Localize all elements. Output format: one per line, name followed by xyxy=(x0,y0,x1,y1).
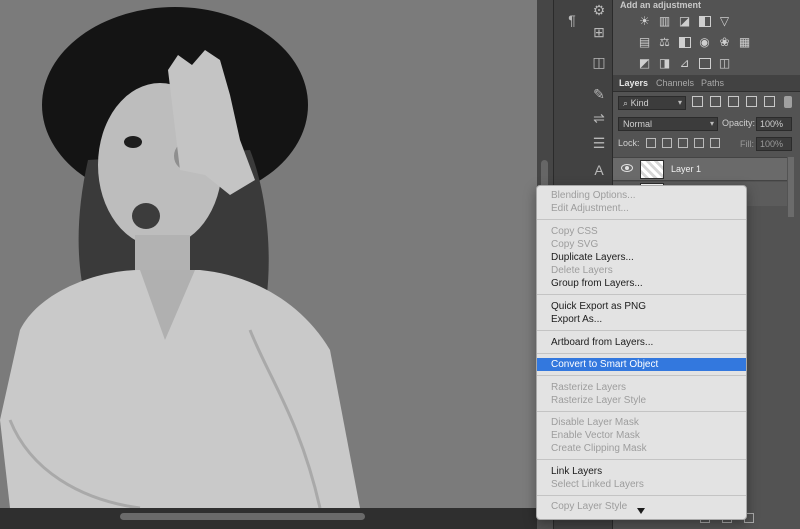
vibrance-icon[interactable]: ▽ xyxy=(716,14,733,28)
pixel-filter-icon[interactable] xyxy=(692,96,703,107)
layer-name[interactable]: Layer 1 xyxy=(671,164,701,174)
adjustments-title: Add an adjustment xyxy=(620,0,702,10)
gradient-map-icon[interactable] xyxy=(696,56,713,70)
photo-filter-icon[interactable]: ◉ xyxy=(696,35,713,49)
filter-kind-label: Kind xyxy=(630,98,649,108)
tab-layers[interactable]: Layers xyxy=(619,78,648,88)
fill-input[interactable]: 100% xyxy=(756,137,792,151)
smart-object-filter-icon[interactable] xyxy=(764,96,775,107)
filter-toggle[interactable] xyxy=(784,96,792,108)
layer-thumbnail xyxy=(640,160,664,179)
properties-icon[interactable]: ☰ xyxy=(584,135,614,152)
opacity-input[interactable]: 100% xyxy=(756,117,792,131)
menu-item-disable-layer-mask[interactable]: Disable Layer Mask xyxy=(537,416,746,429)
threshold-icon[interactable]: ⊿ xyxy=(676,56,693,70)
fill-label: Fill: xyxy=(740,139,754,149)
layer-row[interactable]: Layer 1 xyxy=(613,157,787,181)
lock-transparent-icon[interactable] xyxy=(645,138,656,148)
shape-filter-icon[interactable] xyxy=(746,96,757,107)
filter-type-icons xyxy=(692,96,782,107)
menu-item-convert-to-smart-object[interactable]: Convert to Smart Object xyxy=(537,358,746,371)
color-lookup-icon[interactable]: ▦ xyxy=(736,35,753,49)
menu-item-copy-css[interactable]: Copy CSS xyxy=(537,225,746,238)
photoshop-window: ¶ ⚙ ⊞ ◫ ✎ ⇌ ☰ A Add an adjustment ☀ ▥ ◪ … xyxy=(0,0,800,529)
channel-mixer-icon[interactable]: ❀ xyxy=(716,35,733,49)
menu-item-group-from-layers[interactable]: Group from Layers... xyxy=(537,277,746,290)
paragraph-icon[interactable]: ¶ xyxy=(557,12,587,28)
layer-context-menu: Blending Options... Edit Adjustment... C… xyxy=(536,185,747,520)
levels-icon[interactable]: ▥ xyxy=(656,14,673,28)
filter-kind-select[interactable]: ⌕ Kind ▾ xyxy=(618,96,686,110)
swatches-icon[interactable]: ◫ xyxy=(584,54,614,71)
selective-color-icon[interactable]: ◫ xyxy=(716,56,733,70)
menu-separator xyxy=(537,459,746,460)
menu-item-delete-layers[interactable]: Delete Layers xyxy=(537,264,746,277)
lock-all-icon[interactable] xyxy=(709,138,720,148)
opacity-label: Opacity: xyxy=(722,118,756,128)
blend-mode-select[interactable]: Normal ▾ xyxy=(618,117,718,131)
exposure-icon[interactable] xyxy=(696,14,713,28)
menu-item-copy-svg[interactable]: Copy SVG xyxy=(537,238,746,251)
brightness-icon[interactable]: ☀ xyxy=(636,14,653,28)
hue-saturation-icon[interactable]: ▤ xyxy=(636,35,653,49)
posterize-icon[interactable]: ◨ xyxy=(656,56,673,70)
menu-item-export-as[interactable]: Export As... xyxy=(537,313,746,326)
menu-separator xyxy=(537,411,746,412)
menu-item-quick-export-png[interactable]: Quick Export as PNG xyxy=(537,300,746,313)
character-icon[interactable]: A xyxy=(584,162,614,178)
invert-icon[interactable]: ◩ xyxy=(636,56,653,70)
search-icon: ⌕ xyxy=(623,98,629,108)
menu-separator xyxy=(537,294,746,295)
menu-separator xyxy=(537,375,746,376)
chevron-down-icon: ▾ xyxy=(709,119,714,128)
type-filter-icon[interactable] xyxy=(728,96,739,107)
chevron-down-icon: ▾ xyxy=(677,98,682,107)
menu-item-blending-options[interactable]: Blending Options... xyxy=(537,189,746,202)
color-balance-icon[interactable]: ⚖ xyxy=(656,35,673,49)
menu-item-rasterize-layers[interactable]: Rasterize Layers xyxy=(537,381,746,394)
photo-woman-with-hat xyxy=(0,0,537,508)
menu-scroll-down-icon[interactable] xyxy=(637,508,645,514)
lock-label: Lock: xyxy=(618,138,640,148)
lock-position-icon[interactable] xyxy=(677,138,688,148)
layers-panel-tabs: Layers Channels Paths xyxy=(613,75,800,92)
brush-settings-icon[interactable]: ✎ xyxy=(584,86,614,103)
puppet-icon[interactable]: ⚙ xyxy=(584,2,614,19)
menu-item-enable-vector-mask[interactable]: Enable Vector Mask xyxy=(537,429,746,442)
menu-item-duplicate-layers[interactable]: Duplicate Layers... xyxy=(537,251,746,264)
menu-separator xyxy=(537,495,746,496)
libraries-icon[interactable]: ⊞ xyxy=(584,24,614,41)
tab-channels[interactable]: Channels xyxy=(656,78,694,88)
adjust-icon[interactable]: ⇌ xyxy=(584,110,614,127)
menu-item-artboard-from-layers[interactable]: Artboard from Layers... xyxy=(537,336,746,349)
menu-separator xyxy=(537,219,746,220)
menu-separator xyxy=(537,330,746,331)
tab-paths[interactable]: Paths xyxy=(701,78,724,88)
horizontal-scrollbar[interactable] xyxy=(120,513,365,520)
menu-separator xyxy=(537,353,746,354)
menu-item-edit-adjustment[interactable]: Edit Adjustment... xyxy=(537,202,746,215)
menu-item-select-linked-layers[interactable]: Select Linked Layers xyxy=(537,478,746,491)
adjustments-grid: ☀ ▥ ◪ ▽ ▤ ⚖ ◉ ❀ ▦ ◩ ◨ ⊿ ◫ xyxy=(636,11,786,74)
lock-artboard-icon[interactable] xyxy=(693,138,704,148)
menu-item-link-layers[interactable]: Link Layers xyxy=(537,465,746,478)
layers-scrollbar[interactable] xyxy=(788,157,794,217)
lock-pixels-icon[interactable] xyxy=(661,138,672,148)
document-canvas[interactable] xyxy=(0,0,537,508)
lock-controls: Lock: xyxy=(618,138,720,148)
curves-icon[interactable]: ◪ xyxy=(676,14,693,28)
menu-item-create-clipping-mask[interactable]: Create Clipping Mask xyxy=(537,442,746,455)
blend-mode-value: Normal xyxy=(623,119,653,129)
black-white-icon[interactable] xyxy=(676,35,693,49)
visibility-eye-icon[interactable] xyxy=(621,164,633,172)
adjustment-filter-icon[interactable] xyxy=(710,96,721,107)
menu-item-rasterize-layer-style[interactable]: Rasterize Layer Style xyxy=(537,394,746,407)
